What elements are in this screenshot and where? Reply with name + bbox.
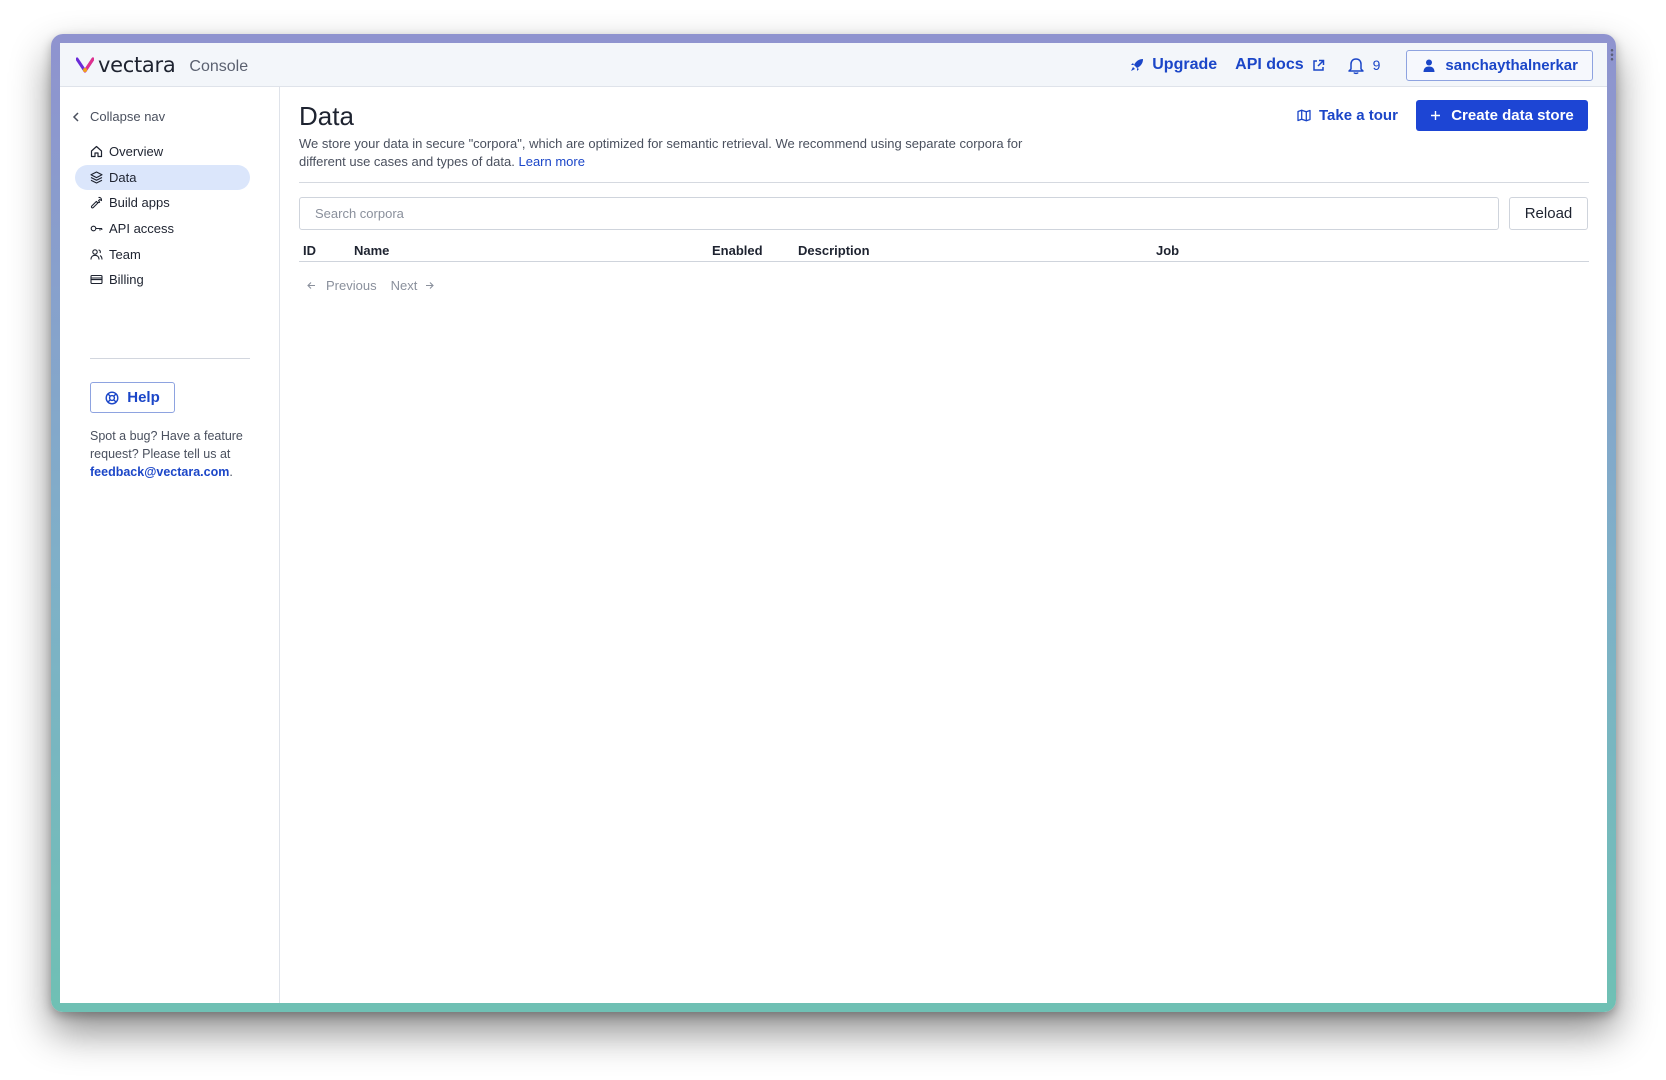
- notifications-button[interactable]: 9: [1347, 56, 1381, 75]
- upgrade-label: Upgrade: [1152, 56, 1218, 73]
- sidebar-item-label: Overview: [109, 144, 164, 159]
- map-icon: [1297, 109, 1311, 122]
- home-icon: [90, 145, 103, 158]
- column-header-id[interactable]: ID: [303, 243, 316, 258]
- column-header-job[interactable]: Job: [1156, 243, 1179, 258]
- next-button[interactable]: Next: [391, 278, 418, 293]
- api-docs-label: API docs: [1235, 56, 1304, 73]
- wrench-icon: [90, 197, 103, 209]
- arrow-right-icon: [426, 282, 435, 289]
- external-link-icon: [1312, 59, 1324, 71]
- learn-more-link[interactable]: Learn more: [518, 154, 584, 169]
- help-button[interactable]: Help: [90, 382, 175, 413]
- credit-card-icon: [90, 275, 103, 285]
- feedback-text: Spot a bug? Have a feature request? Plea…: [90, 427, 258, 481]
- sidebar-item-overview[interactable]: Overview: [75, 139, 250, 164]
- username: sanchaythalnerkar: [1445, 56, 1578, 74]
- drag-handle-icon[interactable]: [1610, 48, 1614, 62]
- sidebar-item-label: Team: [109, 246, 141, 262]
- desktop: vectara Console Upgrade API docs 9 sanch…: [0, 0, 1666, 1080]
- api-docs-link[interactable]: API docs: [1235, 56, 1324, 74]
- chevron-left-icon: [72, 111, 79, 122]
- feedback-suffix: .: [229, 465, 233, 479]
- sidebar-item-label: Billing: [109, 272, 144, 288]
- key-icon: [90, 225, 103, 232]
- upgrade-link[interactable]: Upgrade: [1130, 56, 1217, 74]
- sidebar-item-label: Build apps: [109, 195, 170, 211]
- previous-button[interactable]: Previous: [326, 278, 377, 293]
- table-header: ID Name Enabled Description Job: [299, 239, 1589, 262]
- sidebar-nav: Overview Data Build apps API access Team…: [75, 139, 250, 293]
- arrow-left-icon: [307, 282, 315, 289]
- collapse-nav-button[interactable]: Collapse nav: [72, 109, 165, 124]
- sidebar-item-label: API access: [109, 221, 175, 237]
- plus-icon: [1431, 111, 1441, 120]
- vectara-logo-icon: [76, 57, 94, 73]
- pagination: Previous Next: [307, 278, 442, 293]
- user-icon: [1423, 59, 1435, 72]
- console-label: Console: [189, 57, 249, 75]
- bell-icon: [1347, 57, 1364, 74]
- page-description: We store your data in secure "corpora", …: [299, 135, 1029, 171]
- take-tour-button[interactable]: Take a tour: [1297, 107, 1398, 124]
- top-actions: Upgrade API docs 9 sanchaythalnerkar: [1130, 49, 1593, 81]
- users-icon: [90, 248, 103, 260]
- notification-count: 9: [1372, 57, 1381, 73]
- user-menu-button[interactable]: sanchaythalnerkar: [1406, 49, 1593, 81]
- create-label: Create data store: [1451, 107, 1574, 124]
- sidebar: Collapse nav Overview Data Build apps AP…: [60, 87, 280, 1003]
- sidebar-item-label: Data: [109, 169, 137, 185]
- brand[interactable]: vectara Console: [76, 53, 248, 77]
- sidebar-item-build-apps[interactable]: Build apps: [75, 190, 250, 215]
- feedback-message: Spot a bug? Have a feature request? Plea…: [90, 429, 243, 461]
- sidebar-item-api-access[interactable]: API access: [75, 216, 250, 241]
- layers-icon: [90, 171, 103, 184]
- collapse-nav-label: Collapse nav: [90, 109, 166, 124]
- sidebar-divider: [90, 358, 250, 359]
- help-label: Help: [127, 389, 160, 406]
- header-divider: [299, 182, 1589, 183]
- top-bar: vectara Console Upgrade API docs 9 sanch…: [60, 43, 1607, 87]
- rocket-icon: [1131, 59, 1144, 71]
- sidebar-item-team[interactable]: Team: [75, 242, 250, 267]
- lifebuoy-icon: [105, 390, 119, 405]
- column-header-name[interactable]: Name: [354, 243, 389, 258]
- browser-window: vectara Console Upgrade API docs 9 sanch…: [60, 43, 1607, 1003]
- column-header-description[interactable]: Description: [798, 243, 870, 258]
- create-data-store-button[interactable]: Create data store: [1416, 100, 1588, 131]
- main-content: Data We store your data in secure "corpo…: [299, 87, 1589, 1003]
- description-text: We store your data in secure "corpora", …: [299, 136, 1023, 169]
- search-input[interactable]: [299, 197, 1499, 230]
- sidebar-item-billing[interactable]: Billing: [75, 267, 250, 292]
- page-title: Data: [299, 101, 354, 131]
- sidebar-item-data[interactable]: Data: [75, 164, 250, 190]
- feedback-email-link[interactable]: feedback@vectara.com: [90, 465, 229, 479]
- brand-name: vectara: [98, 53, 176, 77]
- tour-label: Take a tour: [1319, 107, 1398, 124]
- reload-button[interactable]: Reload: [1509, 197, 1588, 230]
- column-header-enabled[interactable]: Enabled: [712, 243, 763, 258]
